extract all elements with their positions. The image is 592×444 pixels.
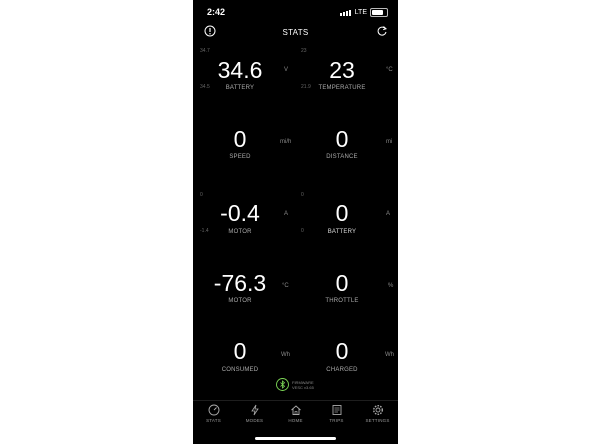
temperature-label: TEMPERATURE bbox=[318, 85, 366, 91]
distance-label: DISTANCE bbox=[326, 154, 358, 160]
home-icon bbox=[290, 405, 301, 415]
distance-value: 0 bbox=[335, 126, 349, 152]
battery-voltage-max: 34.7 bbox=[200, 48, 210, 54]
network-label: LTE bbox=[354, 9, 367, 16]
speed-unit: mi/h bbox=[280, 139, 292, 145]
tab-settings[interactable]: SETTINGS bbox=[357, 404, 398, 423]
tab-modes[interactable]: MODES bbox=[234, 404, 275, 423]
firmware-info: FIRMWARE VESC v3.65 bbox=[292, 380, 314, 390]
distance-unit: mi bbox=[386, 139, 393, 145]
motor-current-unit: A bbox=[284, 211, 289, 217]
motor-temp-label: MOTOR bbox=[228, 298, 252, 304]
tab-label: SETTINGS bbox=[365, 418, 390, 423]
battery-current-label: BATTERY bbox=[327, 229, 357, 235]
battery-current-max: 0 bbox=[301, 192, 304, 198]
tab-label: STATS bbox=[206, 418, 221, 423]
tab-label: MODES bbox=[245, 418, 264, 423]
motor-current-max: 0 bbox=[200, 192, 203, 198]
signal-icon bbox=[339, 9, 352, 16]
tab-stats[interactable]: STATS bbox=[193, 404, 234, 423]
refresh-icon[interactable] bbox=[375, 24, 389, 38]
map-icon bbox=[332, 405, 341, 415]
tab-home[interactable]: HOME bbox=[275, 404, 316, 423]
phone-screen: 2:42 LTE STATS 34.7 34.5 34.6 BATTERY V … bbox=[193, 0, 398, 444]
motor-current-value: -0.4 bbox=[220, 200, 260, 226]
status-indicators: LTE bbox=[339, 8, 388, 17]
gauge-icon bbox=[208, 404, 219, 416]
page-title: STATS bbox=[282, 28, 309, 37]
throttle-unit: % bbox=[388, 283, 394, 289]
battery-icon bbox=[370, 8, 388, 17]
temperature-max: 23 bbox=[301, 48, 307, 54]
tab-trips[interactable]: TRIPS bbox=[316, 404, 357, 423]
temperature-value: 23 bbox=[329, 57, 355, 83]
consumed-unit: Wh bbox=[281, 352, 290, 358]
consumed-label: CONSUMED bbox=[221, 367, 259, 373]
battery-current-value: 0 bbox=[335, 200, 349, 226]
battery-voltage-value: 34.6 bbox=[217, 57, 263, 83]
battery-voltage-label: BATTERY bbox=[225, 85, 255, 91]
temperature-unit: °C bbox=[386, 67, 393, 73]
tabbar-divider bbox=[193, 400, 398, 401]
lightning-icon bbox=[250, 404, 259, 416]
firmware-version: VESC v3.65 bbox=[292, 385, 314, 391]
tab-label: HOME bbox=[288, 418, 303, 423]
consumed-value: 0 bbox=[233, 338, 247, 364]
battery-current-unit: A bbox=[386, 211, 391, 217]
motor-temp-value: -76.3 bbox=[213, 270, 267, 296]
tab-label: TRIPS bbox=[329, 418, 344, 423]
speed-value: 0 bbox=[233, 126, 247, 152]
bluetooth-icon[interactable] bbox=[276, 378, 289, 396]
status-time: 2:42 bbox=[207, 7, 226, 17]
battery-voltage-unit: V bbox=[284, 67, 289, 73]
gear-icon bbox=[372, 404, 383, 416]
charged-unit: Wh bbox=[385, 352, 394, 358]
speed-label: SPEED bbox=[229, 154, 251, 160]
throttle-label: THROTTLE bbox=[325, 298, 359, 304]
home-indicator bbox=[255, 437, 336, 440]
charged-label: CHARGED bbox=[326, 367, 358, 373]
throttle-value: 0 bbox=[335, 270, 349, 296]
motor-temp-unit: °C bbox=[282, 283, 289, 289]
motor-current-label: MOTOR bbox=[228, 229, 252, 235]
charged-value: 0 bbox=[335, 338, 349, 364]
